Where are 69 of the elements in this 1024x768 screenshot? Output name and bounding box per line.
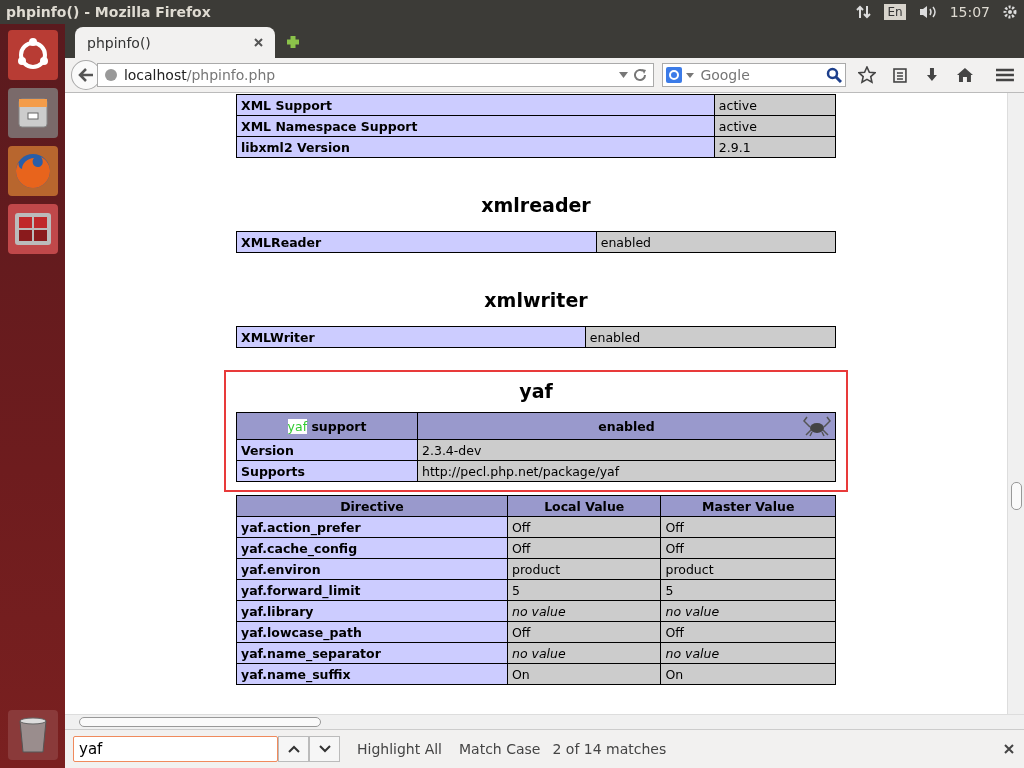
new-tab-icon[interactable] <box>285 34 301 50</box>
table-cell: enabled <box>585 326 836 348</box>
file-cabinet-icon[interactable] <box>7 88 58 138</box>
table-cell: yaf.forward_limit <box>236 579 508 601</box>
table-cell: XML Support <box>236 94 715 116</box>
dropdown-arrow-icon[interactable] <box>686 72 695 78</box>
table-cell: yaf.cache_config <box>236 537 508 559</box>
back-arrow-icon <box>77 68 94 82</box>
section-heading: xmlwriter <box>483 289 589 311</box>
trash-icon[interactable] <box>7 710 58 760</box>
crab-icon <box>802 415 832 437</box>
scrollbar-thumb[interactable] <box>79 717 321 727</box>
table-cell: Version <box>236 439 418 461</box>
match-count: 2 of 14 matches <box>552 741 667 757</box>
chevron-down-icon <box>318 745 331 753</box>
close-icon[interactable] <box>1004 744 1014 754</box>
section-heading: yaf <box>518 380 554 402</box>
table-cell: libxml2 Version <box>236 136 715 158</box>
table-cell: XMLWriter <box>236 326 586 348</box>
table-header-cell: yaf support <box>236 412 418 440</box>
browser-tab[interactable]: phpinfo() <box>75 27 275 58</box>
highlight-all-toggle[interactable]: Highlight All <box>357 741 442 757</box>
table-cell: yaf.lowcase_path <box>236 621 508 643</box>
address-bar[interactable]: localhost/phpinfo.php <box>96 63 655 87</box>
table-cell: http://pecl.php.net/package/yaf <box>417 460 836 482</box>
bookmark-star-icon[interactable] <box>858 66 877 84</box>
menu-icon[interactable] <box>996 68 1014 82</box>
globe-icon <box>103 68 118 82</box>
search-engine-icon[interactable] <box>666 67 683 83</box>
previous-match-button[interactable] <box>278 736 309 762</box>
table-cell: yaf.library <box>236 600 508 622</box>
table-cell: XML Namespace Support <box>236 115 715 137</box>
home-icon[interactable] <box>956 67 975 83</box>
table-cell: yaf.environ <box>236 558 508 580</box>
vertical-scrollbar[interactable] <box>1007 93 1024 714</box>
table-cell: XMLReader <box>236 231 597 253</box>
table-cell: yaf.name_suffix <box>236 663 508 685</box>
section-heading: xmlreader <box>480 194 592 216</box>
network-arrows-icon[interactable] <box>856 4 873 20</box>
search-icon[interactable] <box>826 67 843 83</box>
firefox-icon[interactable] <box>7 146 58 196</box>
reload-icon[interactable] <box>634 68 648 82</box>
match-case-toggle[interactable]: Match Case <box>459 741 541 757</box>
power-gear-icon[interactable] <box>1002 4 1018 20</box>
volume-icon[interactable] <box>917 4 938 20</box>
window-title: phpinfo() - Mozilla Firefox <box>6 4 211 20</box>
table-cell: 2.3.4-dev <box>417 439 836 461</box>
close-icon[interactable] <box>254 38 263 47</box>
find-field[interactable]: yaf <box>73 736 278 762</box>
table-cell: yaf.name_separator <box>236 642 508 664</box>
table-cell: Supports <box>236 460 418 482</box>
workspace-switcher-icon[interactable] <box>7 204 58 254</box>
table-cell: yaf.action_prefer <box>236 516 508 538</box>
table-header-cell: Directive <box>236 495 508 517</box>
table-cell: active <box>714 94 836 116</box>
table-header-cell: Local Value <box>507 495 661 517</box>
dropdown-arrow-icon[interactable] <box>619 72 629 78</box>
table-header-cell: Master Value <box>660 495 836 517</box>
ubuntu-logo-icon[interactable] <box>7 30 58 80</box>
horizontal-scrollbar[interactable] <box>65 714 1024 729</box>
chevron-up-icon <box>287 745 300 753</box>
bookmarks-list-icon[interactable] <box>892 67 909 83</box>
search-field[interactable]: Google <box>662 63 847 87</box>
table-header-cell: enabled <box>598 418 655 434</box>
table-cell: enabled <box>596 231 836 253</box>
next-match-button[interactable] <box>309 736 340 762</box>
scrollbar-thumb[interactable] <box>1011 482 1022 510</box>
keyboard-layout-indicator[interactable]: En <box>884 4 906 20</box>
clock[interactable]: 15:07 <box>949 4 990 20</box>
